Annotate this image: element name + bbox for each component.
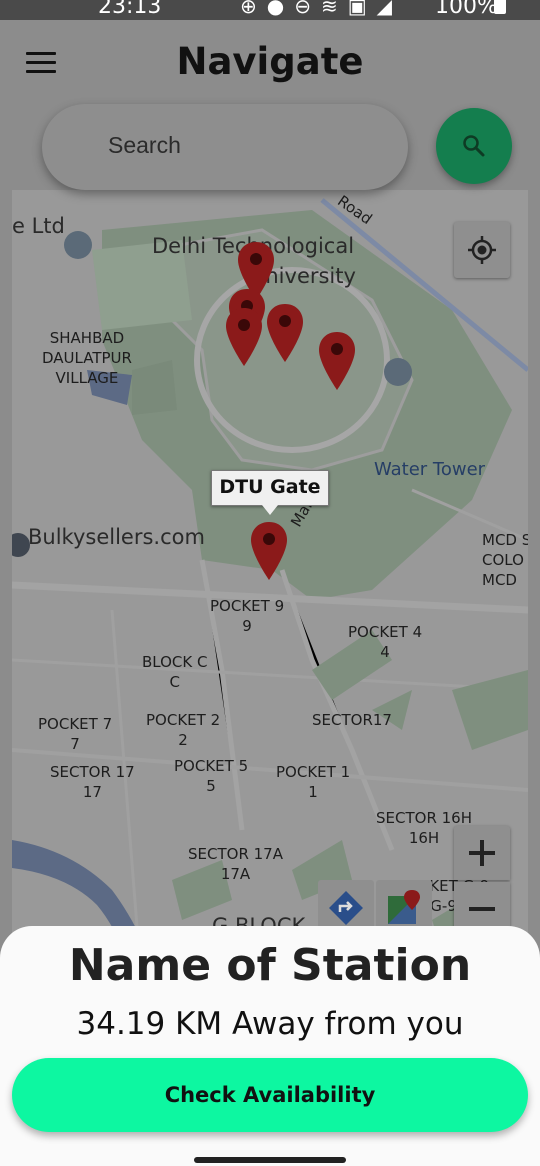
map-label-bulkysellers: Bulkysellers.com	[28, 525, 205, 549]
app-bar: Navigate	[0, 20, 540, 108]
map-label-sector17a: SECTOR 17A 17A	[188, 845, 283, 883]
page-title: Navigate	[176, 40, 364, 83]
station-name: Name of Station	[68, 940, 472, 991]
map-label-sector17: SECTOR17	[312, 711, 392, 729]
map-marker[interactable]	[225, 306, 263, 368]
map-label-blockc: BLOCK C C	[142, 653, 208, 691]
map-label-shahbad: SHAHBAD DAULATPUR VILLAGE	[42, 329, 132, 387]
status-time: 23:13	[98, 0, 162, 19]
wifi-off-icon: ≋	[320, 0, 338, 18]
check-availability-button[interactable]: Check Availability	[12, 1058, 528, 1132]
map-label-water-tower: Water Tower	[374, 459, 486, 480]
map-label-pocket4: POCKET 4 4	[348, 623, 423, 661]
map-marker[interactable]	[318, 330, 356, 392]
status-bar: 23:13 ⊕ ● ⊖ ≋ ▣ ◢ 100%	[0, 0, 540, 20]
battery-percent: 100%	[435, 0, 498, 19]
map-label-pocket7: POCKET 7 7	[38, 715, 113, 753]
zoom-in-button[interactable]	[454, 826, 510, 880]
status-icons: ⊕ ● ⊖ ≋ ▣ ◢	[240, 0, 392, 18]
sync-icon: ⊕	[240, 0, 257, 18]
map-label-pocket2: POCKET 2 2	[146, 711, 221, 749]
map-label-pocket9: POCKET 9 9	[210, 597, 285, 635]
map-marker[interactable]	[266, 302, 304, 364]
my-location-icon	[468, 236, 496, 264]
search-input[interactable]	[106, 131, 390, 160]
station-distance: 34.19 KM Away from you	[76, 1006, 464, 1042]
search-icon	[463, 135, 485, 157]
my-location-button[interactable]	[454, 222, 510, 278]
location-icon: ●	[266, 0, 285, 18]
map-label-pocket5: POCKET 5 5	[174, 757, 249, 795]
lte-icon: ▣	[347, 0, 367, 18]
map-label-sector17b: SECTOR 17 17	[50, 763, 135, 801]
search-bar[interactable]	[42, 104, 408, 190]
map-label-e-ltd: e Ltd	[12, 214, 65, 238]
signal-icon: ◢	[376, 0, 393, 18]
map-label-mcd: MCD S COLO MCD	[482, 531, 528, 589]
battery-icon	[494, 0, 506, 14]
map-label-pocket1: POCKET 1 1	[276, 763, 351, 801]
marker-info-window[interactable]: DTU Gate	[211, 470, 329, 515]
home-indicator[interactable]	[194, 1157, 346, 1163]
map-marker-dtu-gate[interactable]	[250, 520, 288, 582]
search-button[interactable]	[436, 108, 512, 184]
dnd-icon: ⊖	[294, 0, 311, 18]
station-bottom-sheet: Name of Station 34.19 KM Away from you C…	[0, 926, 540, 1166]
